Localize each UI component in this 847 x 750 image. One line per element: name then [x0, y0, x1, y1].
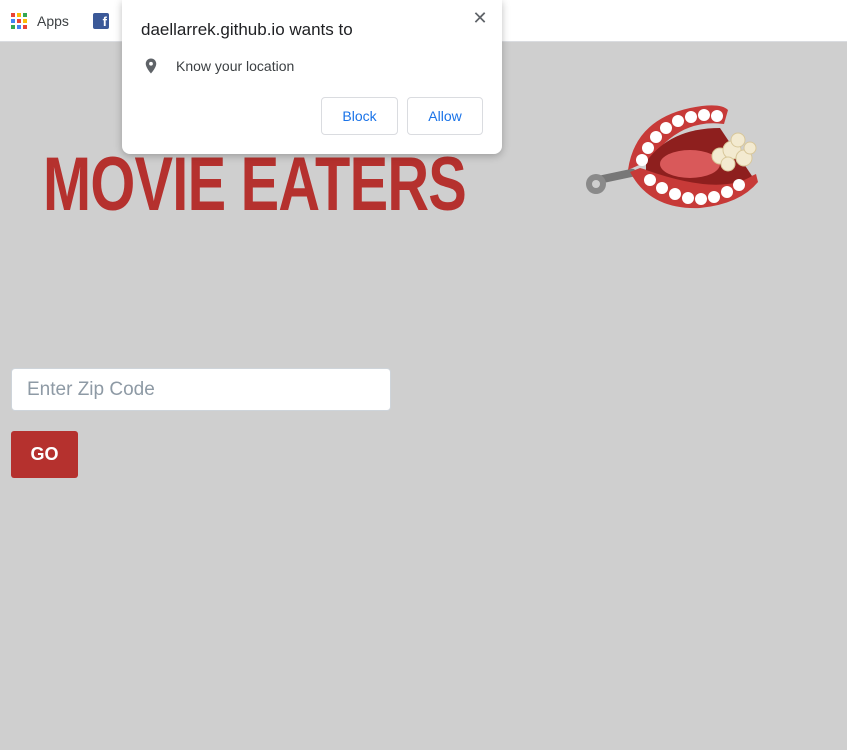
close-icon[interactable]: ✕ — [470, 8, 490, 28]
go-button[interactable]: GO — [11, 431, 78, 478]
apps-grid-icon — [11, 13, 27, 29]
allow-button[interactable]: Allow — [407, 97, 483, 135]
zip-code-input[interactable] — [11, 368, 391, 411]
apps-label: Apps — [37, 13, 69, 29]
facebook-icon: f — [93, 13, 109, 29]
facebook-bookmark[interactable]: f — [93, 0, 109, 42]
permission-text: Know your location — [176, 58, 295, 74]
chattering-teeth-image — [586, 105, 758, 209]
location-pin-icon — [145, 58, 157, 74]
location-permission-dialog: daellarrek.github.io wants to ✕ Know you… — [122, 0, 502, 154]
apps-bookmark[interactable]: Apps — [11, 0, 69, 42]
dialog-title: daellarrek.github.io wants to — [141, 20, 353, 39]
permission-request-row: Know your location — [142, 54, 294, 78]
block-button[interactable]: Block — [321, 97, 398, 135]
